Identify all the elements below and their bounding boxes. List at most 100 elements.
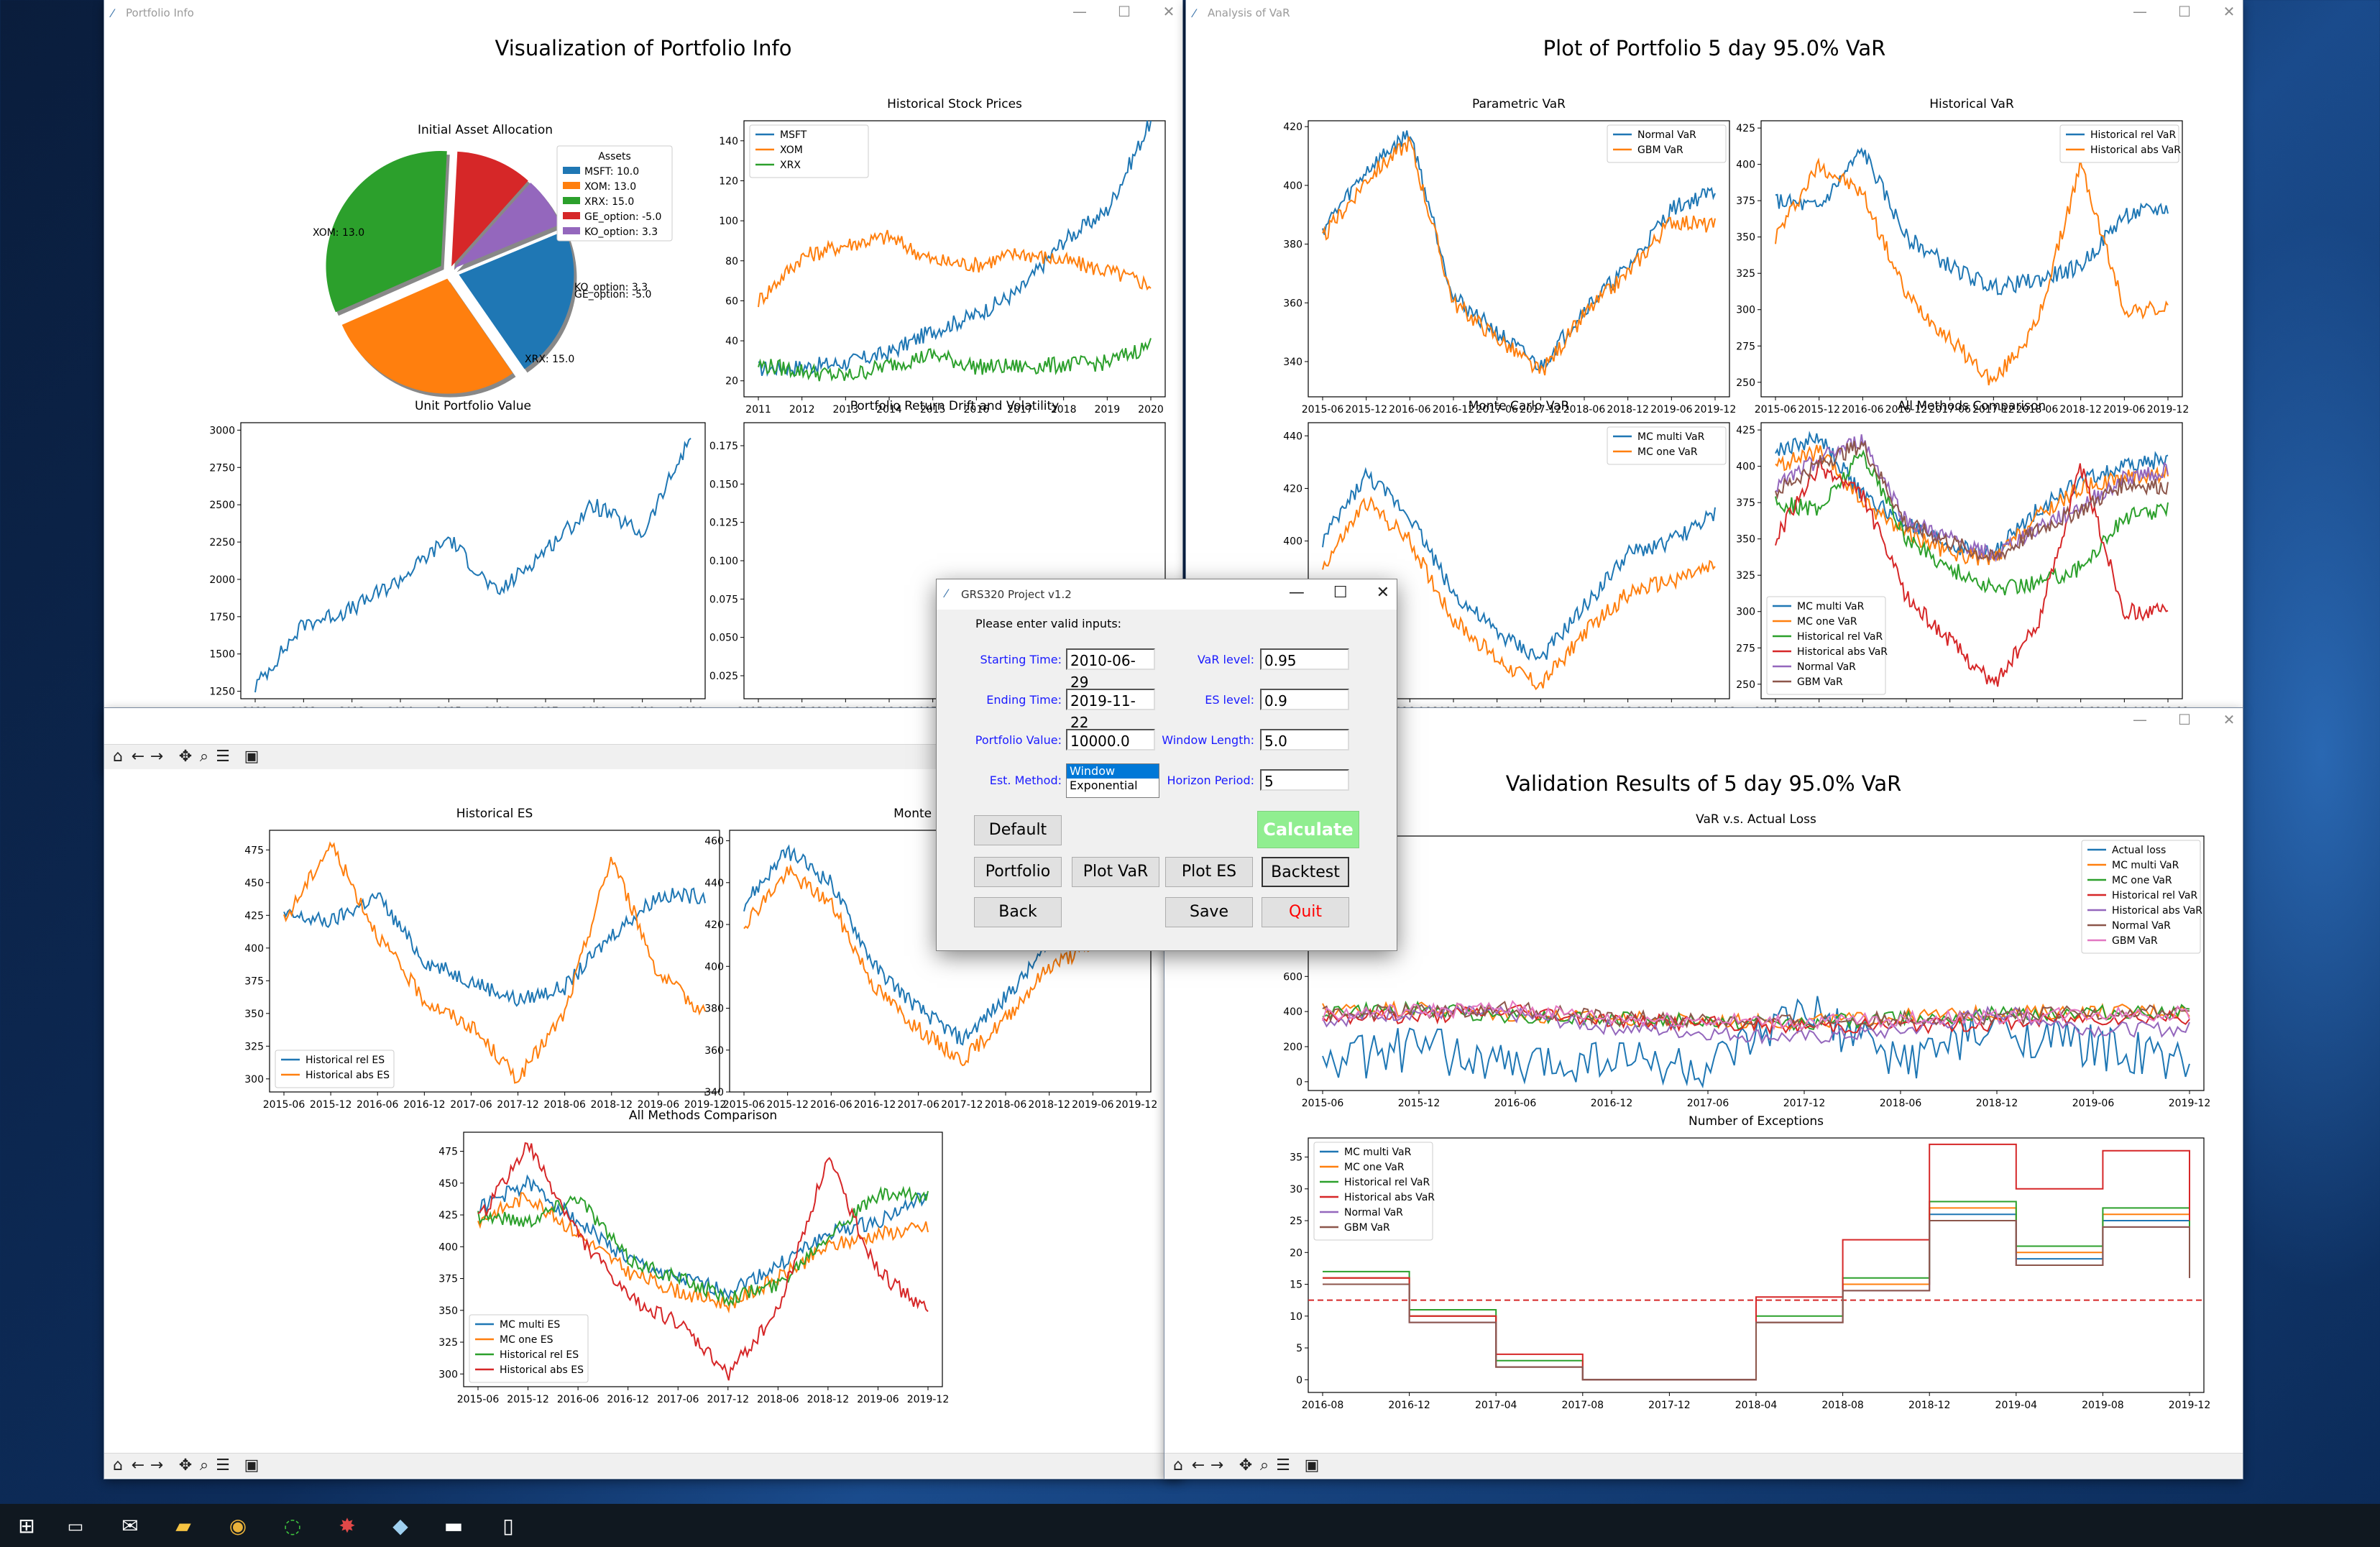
y-tick-label: 460 — [704, 836, 724, 848]
spider-app-icon[interactable]: ✸ — [335, 1514, 359, 1538]
zoom-icon[interactable]: ⌕ — [195, 1456, 213, 1475]
legend-label: GBM VaR — [2112, 935, 2158, 947]
y-tick-label: 0.150 — [709, 479, 738, 490]
start-windows-icon[interactable]: ⊞ — [14, 1514, 39, 1538]
y-tick-label: 400 — [1283, 180, 1302, 192]
x-tick-label: 2016-12 — [1388, 1400, 1430, 1411]
plot-es-button[interactable]: Plot ES — [1165, 857, 1253, 887]
task-view-icon[interactable]: ▭ — [63, 1514, 88, 1538]
configure-icon[interactable]: ☰ — [213, 748, 232, 766]
document-icon[interactable]: ▯ — [496, 1514, 520, 1538]
back-icon[interactable]: ← — [129, 748, 147, 766]
y-tick-label: 2750 — [209, 462, 235, 474]
maximize-button[interactable]: ☐ — [2177, 3, 2192, 20]
chart-title: Parametric VaR — [1472, 97, 1566, 111]
forward-icon[interactable]: → — [1208, 1456, 1226, 1475]
chart-number-of-exceptions: Number of Exceptions 0 5 10 15 20 25 30 35 2016-0… — [1290, 1114, 2211, 1411]
default-button[interactable]: Default — [974, 815, 1062, 845]
chart-title: Historical VaR — [1929, 97, 2014, 111]
legend-label: MC multi VaR — [1344, 1147, 1412, 1158]
maximize-button[interactable]: ☐ — [1116, 3, 1132, 20]
chrome-icon[interactable]: ◉ — [226, 1514, 250, 1538]
var-level-input[interactable]: 0.95 — [1260, 648, 1349, 670]
legend-label: XOM — [780, 144, 803, 156]
close-button[interactable]: ✕ — [2221, 3, 2237, 20]
pan-icon[interactable]: ✥ — [176, 748, 195, 766]
portfolio-button[interactable]: Portfolio — [974, 857, 1062, 887]
y-tick-label: 375 — [438, 1274, 458, 1285]
save-button[interactable]: Save — [1165, 897, 1253, 927]
home-icon[interactable]: ⌂ — [1169, 1456, 1187, 1475]
legend-label: MC one VaR — [2112, 875, 2172, 886]
save-icon[interactable]: ▣ — [242, 748, 261, 766]
pan-icon[interactable]: ✥ — [176, 1456, 195, 1475]
x-tick-label: 2018-12 — [1908, 1400, 1951, 1411]
backtest-button[interactable]: Backtest — [1262, 857, 1349, 887]
x-tick-label: 2015-12 — [507, 1394, 549, 1405]
configure-icon[interactable]: ☰ — [1274, 1456, 1292, 1475]
save-icon[interactable]: ▣ — [1302, 1456, 1321, 1475]
series-line — [477, 1185, 929, 1307]
close-button[interactable]: ✕ — [1377, 584, 1389, 602]
y-tick-label: 275 — [1736, 643, 1755, 654]
y-tick-label: 350 — [244, 1009, 264, 1020]
dialog-title-bar[interactable]: ⁄ GRS320 Project v1.2 — ☐ ✕ — [937, 579, 1397, 610]
maximize-button[interactable]: ☐ — [2177, 711, 2192, 728]
plot-var-button[interactable]: Plot VaR — [1072, 857, 1159, 887]
back-button[interactable]: Back — [974, 897, 1062, 927]
quit-button[interactable]: Quit — [1262, 897, 1349, 927]
home-icon[interactable]: ⌂ — [109, 748, 127, 766]
x-tick-label: 2019-06 — [2072, 1098, 2115, 1109]
minimize-button[interactable]: — — [1072, 3, 1088, 20]
notes-app-icon[interactable]: ◆ — [388, 1514, 413, 1538]
terminal-icon[interactable]: ▬ — [441, 1514, 466, 1538]
es-level-input[interactable]: 0.9 — [1260, 689, 1349, 710]
zoom-icon[interactable]: ⌕ — [1255, 1456, 1274, 1475]
y-tick-label: 425 — [244, 910, 264, 922]
mail-icon[interactable]: ✉ — [118, 1514, 142, 1538]
calculate-button[interactable]: Calculate — [1257, 811, 1359, 848]
pie-slice-label: XOM: 13.0 — [313, 227, 364, 239]
x-tick-label: 2019-04 — [1995, 1400, 2038, 1411]
forward-icon[interactable]: → — [147, 1456, 166, 1475]
configure-icon[interactable]: ☰ — [213, 1456, 232, 1475]
minimize-button[interactable]: — — [2132, 711, 2148, 728]
maximize-button[interactable]: ☐ — [1333, 584, 1348, 602]
legend-swatch — [563, 227, 580, 234]
y-tick-label: 3000 — [209, 425, 235, 436]
x-tick-label: 2018-06 — [985, 1099, 1027, 1111]
minimize-button[interactable]: — — [2132, 3, 2148, 20]
title-bar[interactable]: ⁄ Analysis of VaR — ☐ ✕ — [1186, 0, 2243, 28]
pan-icon[interactable]: ✥ — [1236, 1456, 1255, 1475]
y-tick-label: 40 — [725, 336, 738, 347]
horizon-period-input[interactable]: 5 — [1260, 769, 1349, 791]
close-button[interactable]: ✕ — [2221, 711, 2237, 728]
zoom-icon[interactable]: ⌕ — [195, 748, 213, 766]
y-tick-label: 0.050 — [709, 633, 738, 644]
y-tick-label: 0.100 — [709, 556, 738, 567]
figure-toolbar: ⌂ ← → ✥ ⌕ ☰ ▣ — [1164, 1453, 2243, 1478]
home-icon[interactable]: ⌂ — [109, 1456, 127, 1475]
x-tick-label: 2019-06 — [1072, 1099, 1114, 1111]
figure-toolbar: ⌂ ← → ✥ ⌕ ☰ ▣ — [104, 1453, 1182, 1478]
legend-label: MC one VaR — [1637, 446, 1698, 458]
y-tick-label: 300 — [1736, 305, 1755, 316]
legend-label: Historical abs ES — [500, 1364, 584, 1376]
x-tick-label: 2019-12 — [2169, 1400, 2211, 1411]
title-bar[interactable]: ⁄ Portfolio Info — ☐ ✕ — [104, 0, 1182, 28]
forward-icon[interactable]: → — [147, 748, 166, 766]
chart-all-methods-var: All Methods Comparison 250 275 300 325 350 375… — [1736, 399, 2189, 708]
refresh-app-icon[interactable]: ◌ — [280, 1514, 305, 1538]
minimize-button[interactable]: — — [1289, 584, 1305, 602]
file-explorer-icon[interactable]: ▰ — [171, 1514, 196, 1538]
y-tick-label: 325 — [244, 1041, 264, 1052]
save-icon[interactable]: ▣ — [242, 1456, 261, 1475]
window-length-input[interactable]: 5.0 — [1260, 729, 1349, 750]
series-line — [1322, 130, 1716, 371]
close-button[interactable]: ✕ — [1161, 3, 1177, 20]
back-icon[interactable]: ← — [129, 1456, 147, 1475]
back-icon[interactable]: ← — [1189, 1456, 1208, 1475]
legend-box — [749, 124, 869, 178]
y-tick-label: 350 — [1736, 232, 1755, 244]
y-tick-label: 100 — [719, 216, 738, 227]
